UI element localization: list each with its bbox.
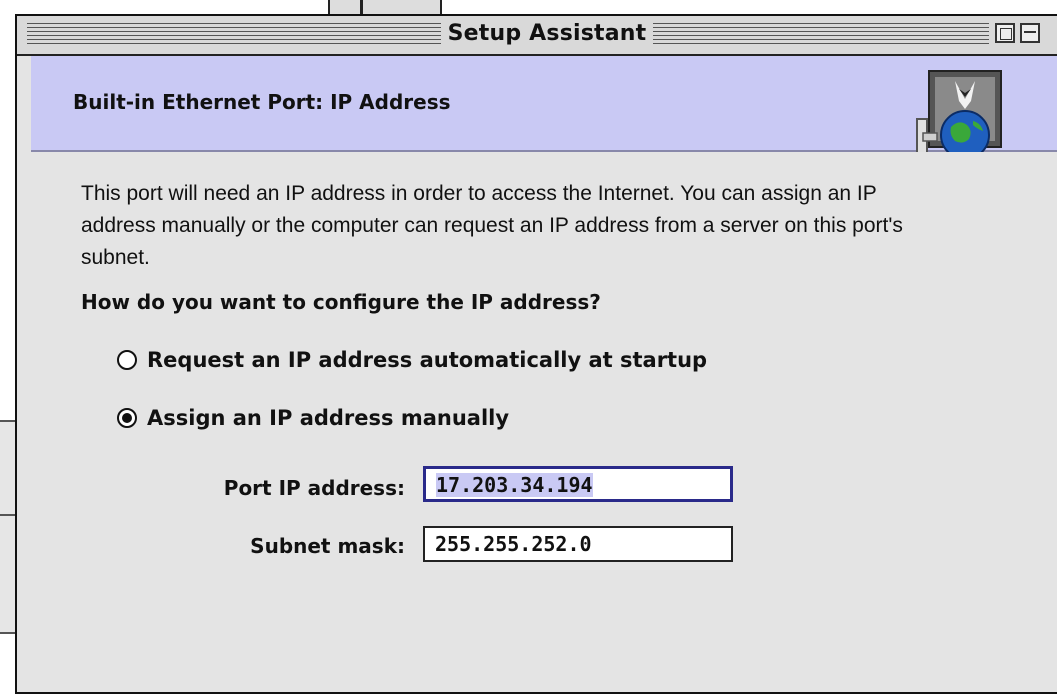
setup-assistant-window: Setup Assistant Built-in Ethernet Port: … <box>15 14 1057 694</box>
radio-option-manual[interactable]: Assign an IP address manually <box>117 406 509 430</box>
zoom-box-icon[interactable] <box>995 23 1015 43</box>
radio-option-automatic[interactable]: Request an IP address automatically at s… <box>117 348 707 372</box>
page-title: Built-in Ethernet Port: IP Address <box>73 90 451 114</box>
title-bar-stripes-left <box>27 23 441 45</box>
radio-label-manual[interactable]: Assign an IP address manually <box>147 406 509 430</box>
collapse-box-icon[interactable] <box>1020 23 1040 43</box>
radio-label-automatic[interactable]: Request an IP address automatically at s… <box>147 348 707 372</box>
window-title: Setup Assistant <box>447 21 647 46</box>
title-bar-stripes-right <box>653 23 989 45</box>
port-ip-address-label: Port IP address: <box>223 476 405 500</box>
radio-checked-icon[interactable] <box>117 408 137 428</box>
intro-text: This port will need an IP address in ord… <box>81 182 903 269</box>
page-header: Built-in Ethernet Port: IP Address <box>31 56 1057 164</box>
background-window-fragment <box>328 0 442 14</box>
subnet-mask-label: Subnet mask: <box>250 534 405 558</box>
setup-assistant-icon <box>916 70 1002 164</box>
port-ip-address-value: 17.203.34.194 <box>436 473 593 497</box>
subnet-mask-field[interactable]: 255.255.252.0 <box>423 526 733 562</box>
content-area: This port will need an IP address in ord… <box>31 152 1057 692</box>
background-window-edge <box>0 420 16 634</box>
config-question: How do you want to configure the IP addr… <box>81 290 601 314</box>
radio-unchecked-icon[interactable] <box>117 350 137 370</box>
port-ip-address-field[interactable]: 17.203.34.194 <box>423 466 733 502</box>
title-bar[interactable]: Setup Assistant <box>17 16 1057 56</box>
